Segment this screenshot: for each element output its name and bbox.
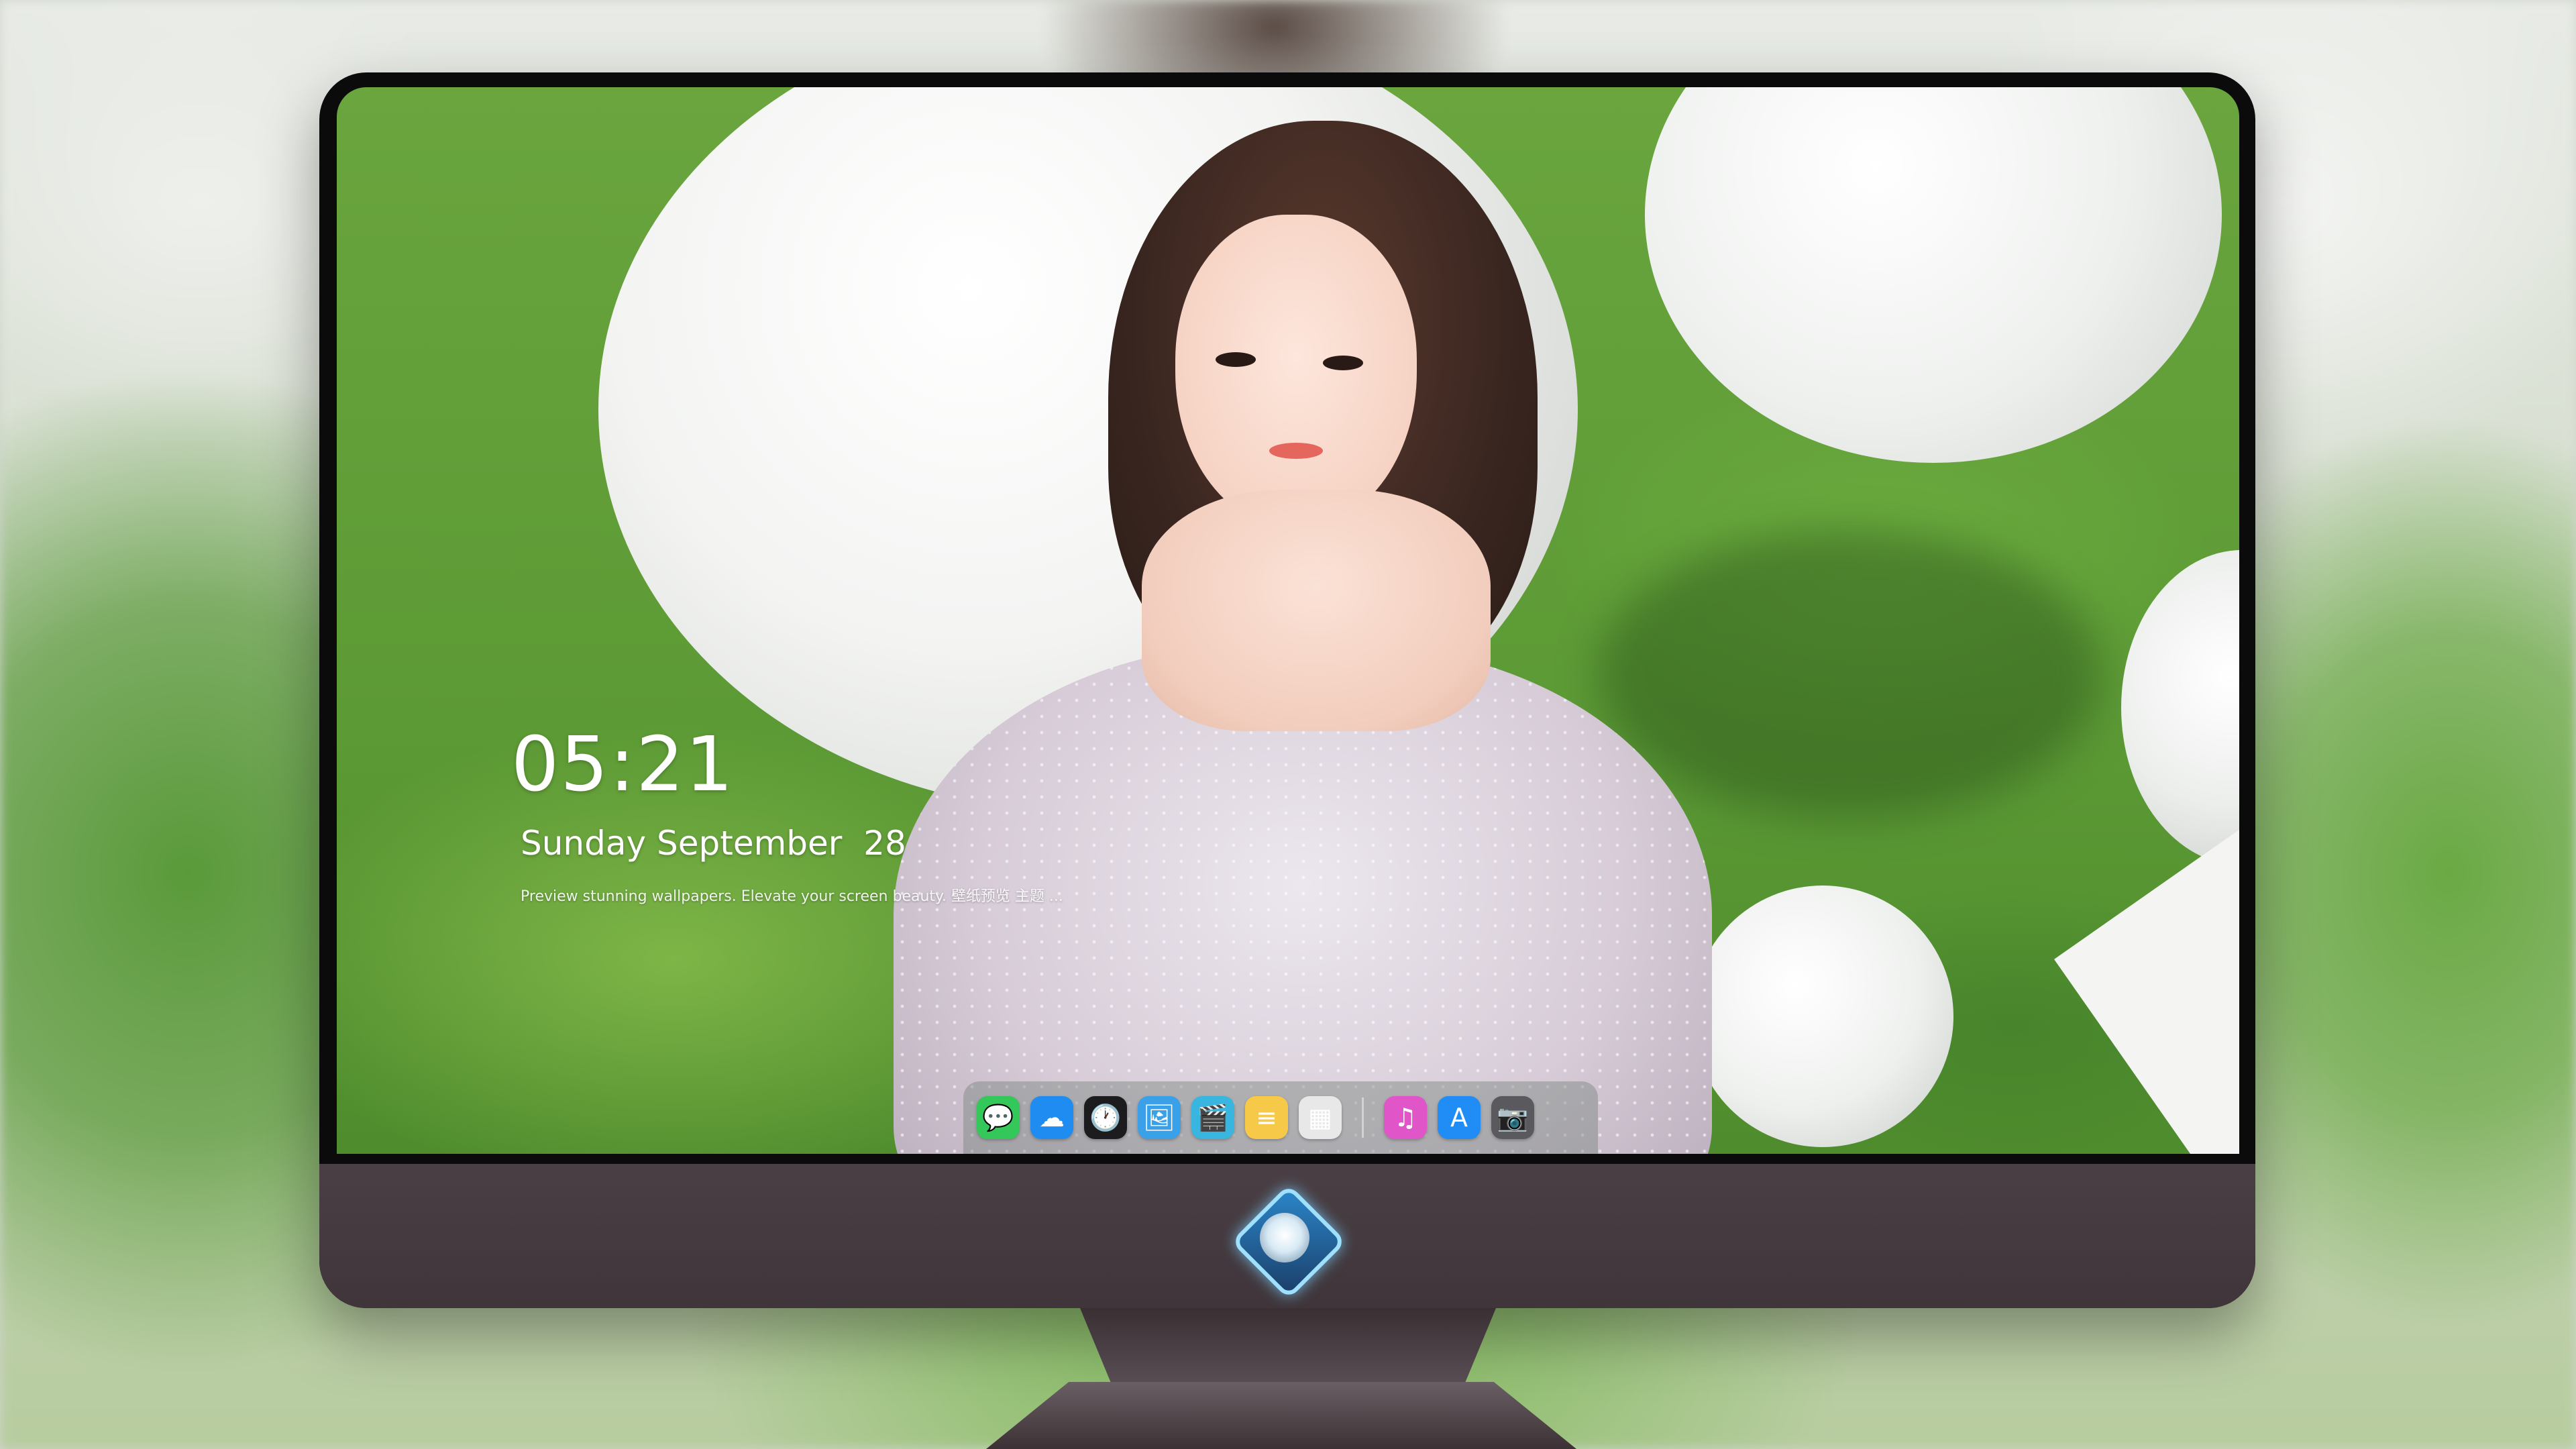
photo-gallery-icon[interactable]: ▦ [1299,1096,1342,1139]
video-editor-icon[interactable]: 🎬 [1191,1096,1234,1139]
wallpaper-shadow [1598,530,2101,818]
music-icon[interactable]: ♫ [1384,1096,1427,1139]
monitor-stand-base [986,1382,1576,1449]
lockscreen-date: Sunday September 28 [521,824,906,863]
dock-separator [1362,1097,1364,1138]
wallpaper-ball [1692,885,1953,1147]
brand-logo-mascot-icon [1260,1213,1309,1263]
dock: 💬 ☁ 🕐 🖼 🎬 ≡ ▦ ♫ A 📷 [963,1081,1598,1154]
weather-icon[interactable]: ☁ [1030,1096,1073,1139]
wallpaper-figure-eye [1323,356,1363,370]
notes-icon[interactable]: ≡ [1245,1096,1288,1139]
app-store-icon[interactable]: A [1438,1096,1481,1139]
wallpaper-figure-eye [1216,352,1256,367]
camera-icon[interactable]: 📷 [1491,1096,1534,1139]
wallpaper-figure-lips [1269,443,1323,459]
messages-icon[interactable]: 💬 [977,1096,1020,1139]
preview-icon[interactable]: 🖼 [1138,1096,1181,1139]
clock-icon[interactable]: 🕐 [1084,1096,1127,1139]
lockscreen-tagline: Preview stunning wallpapers. Elevate you… [521,888,1063,905]
desktop-screen [337,87,2239,1154]
wallpaper-figure-face [1175,215,1417,530]
lockscreen-time: 05:21 [511,721,735,808]
wallpaper-figure-arms [1142,490,1491,731]
monitor-stand-neck [1080,1308,1496,1389]
